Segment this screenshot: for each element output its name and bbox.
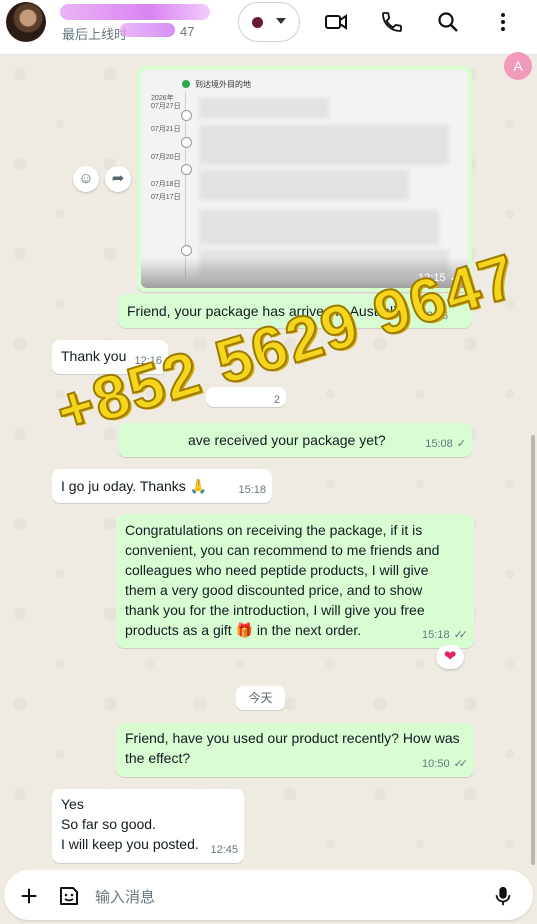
outgoing-message[interactable]: ave received your package yet? 15:08 ✓ [118, 423, 472, 457]
tracking-status-title: 到达境外目的地 [195, 80, 251, 89]
incoming-message[interactable]: I go ju oday. Thanks 🙏 15:18 [52, 469, 272, 503]
date-divider: 今天 [236, 686, 285, 710]
chevron-down-icon [276, 18, 286, 24]
tracking-date: 07月27日 [151, 103, 181, 110]
message-time: 15:08 ✓ [425, 438, 466, 450]
redacted-area [199, 98, 329, 118]
label-color-dropdown[interactable] [238, 2, 300, 42]
last-seen-time: 47 [180, 24, 195, 39]
microphone-icon[interactable] [492, 884, 514, 908]
timeline-dot [181, 245, 192, 256]
last-seen-redacted [120, 23, 175, 37]
message-time: 2 [273, 394, 280, 406]
heart-reaction[interactable]: ❤ [436, 645, 464, 669]
tracking-date: 07月21日 [151, 126, 181, 133]
redacted-area [199, 170, 409, 200]
tracking-date: 07月18日 [151, 181, 181, 188]
message-text: Congratulations on receiving the package… [125, 522, 440, 638]
scrollbar[interactable] [531, 435, 535, 865]
emoji-sticker-icon[interactable] [57, 884, 81, 908]
message-text: Friend, have you used our product recent… [125, 730, 460, 766]
message-text: I go ju oday. Thanks 🙏 [61, 478, 208, 494]
message-time: 12:45 [210, 844, 238, 856]
search-icon[interactable] [436, 10, 460, 34]
timeline-dot [181, 164, 192, 175]
more-options-icon[interactable] [491, 10, 515, 34]
voice-call-icon[interactable] [380, 10, 404, 34]
video-call-icon[interactable] [324, 10, 348, 34]
add-attachment-icon[interactable] [18, 885, 40, 907]
tracking-date: 07月20日 [151, 154, 181, 161]
message-input-bar[interactable] [4, 870, 533, 920]
redacted-area [199, 125, 449, 165]
label-color-dot [252, 17, 263, 28]
message-time: 15:18 ✓✓ [422, 629, 468, 641]
message-text: ave received your package yet? [188, 432, 386, 448]
contact-avatar[interactable] [6, 2, 46, 42]
message-line: So far so good. [61, 816, 156, 832]
image-message[interactable]: 到达境外目的地 2026年 07月27日 07月21日 07月20日 07月18… [137, 66, 472, 292]
timeline-dot [181, 137, 192, 148]
outgoing-message[interactable]: Congratulations on receiving the package… [116, 514, 474, 648]
last-seen-label: 最后上线时 [62, 27, 128, 42]
message-input-placeholder[interactable]: 输入消息 [95, 886, 155, 907]
chat-header: 最后上线时 47 [0, 0, 537, 55]
forward-icon[interactable]: ➦ [105, 166, 131, 192]
emoji-reaction-icon[interactable]: ☺ [73, 166, 99, 192]
message-line: Yes [61, 796, 84, 812]
message-time: 15:18 [238, 484, 266, 496]
location-pin-icon [182, 80, 190, 88]
translate-icon[interactable]: A [504, 52, 532, 80]
timeline-dot [181, 110, 192, 121]
tracking-screenshot[interactable]: 到达境外目的地 2026年 07月27日 07月21日 07月20日 07月18… [141, 70, 468, 288]
tracking-date: 07月17日 [151, 194, 181, 201]
redacted-area [199, 210, 439, 245]
incoming-message[interactable]: Yes So far so good. I will keep you post… [52, 789, 244, 863]
contact-name-redacted[interactable] [60, 4, 210, 20]
message-line: I will keep you posted. [61, 836, 199, 852]
outgoing-message[interactable]: Friend, have you used our product recent… [116, 723, 474, 777]
message-time: 10:50 ✓✓ [422, 758, 468, 770]
